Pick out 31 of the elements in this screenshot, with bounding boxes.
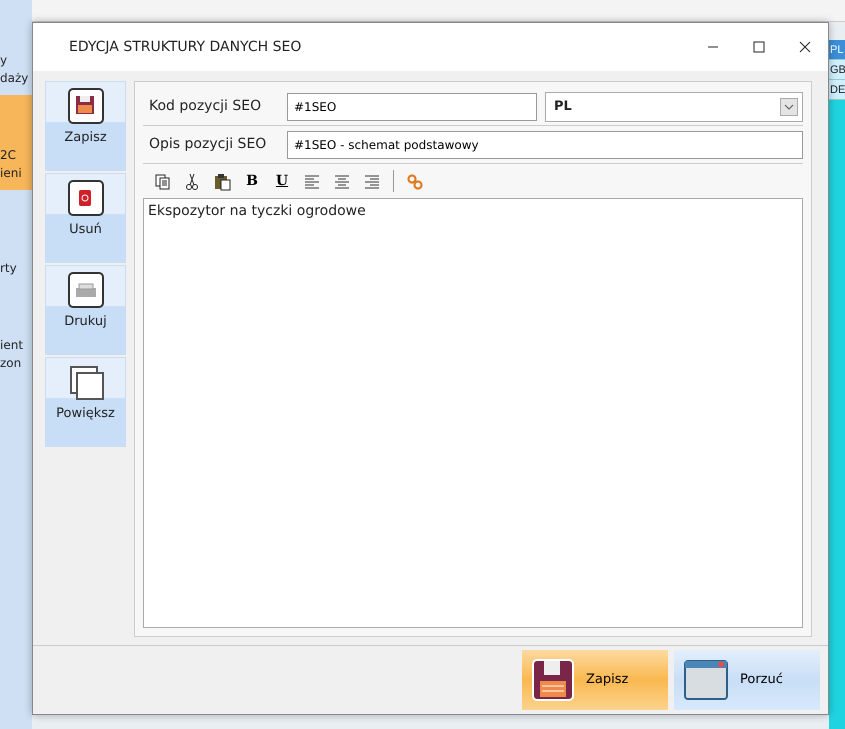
background-label: y bbox=[0, 52, 8, 69]
field-label: Opis pozycji SEO bbox=[149, 135, 268, 154]
maximize-icon bbox=[753, 41, 765, 53]
background-cell: DE bbox=[829, 80, 845, 100]
window-icon bbox=[684, 660, 728, 700]
discard-button[interactable]: Porzuć bbox=[674, 650, 820, 710]
print-button[interactable]: Drukuj bbox=[45, 265, 126, 355]
background-label: 2C bbox=[0, 147, 18, 164]
background-label: rty bbox=[0, 260, 18, 277]
text-editor[interactable]: Ekspozytor na tyczki ogrodowe bbox=[143, 198, 803, 628]
background-label: ient bbox=[0, 337, 24, 354]
background-cell: GB bbox=[829, 60, 845, 80]
window-title: EDYCJA STRUKTURY DANYCH SEO bbox=[69, 38, 302, 56]
windows-icon bbox=[68, 364, 104, 400]
save-button[interactable]: Zapisz bbox=[522, 650, 668, 710]
background-label: daży bbox=[0, 70, 30, 87]
delete-button[interactable]: Usuń bbox=[45, 173, 126, 263]
bold-button[interactable]: B bbox=[239, 169, 265, 193]
description-field[interactable]: #1SEO - schemat podstawowy bbox=[287, 130, 803, 158]
save-button[interactable]: Zapisz bbox=[45, 81, 126, 171]
chevron-down-icon bbox=[780, 98, 798, 116]
background-label: ieni bbox=[0, 165, 23, 182]
close-icon bbox=[799, 41, 811, 53]
printer-icon bbox=[68, 272, 104, 308]
language-dropdown[interactable]: PL bbox=[545, 92, 803, 122]
background-label: zon bbox=[0, 355, 22, 372]
background-cell: PL bbox=[829, 40, 845, 60]
code-field[interactable]: #1SEO bbox=[287, 92, 537, 120]
enlarge-button[interactable]: Powiększ bbox=[45, 357, 126, 447]
field-label: Kod pozycji SEO bbox=[149, 97, 262, 116]
underline-button[interactable]: U bbox=[269, 169, 295, 193]
